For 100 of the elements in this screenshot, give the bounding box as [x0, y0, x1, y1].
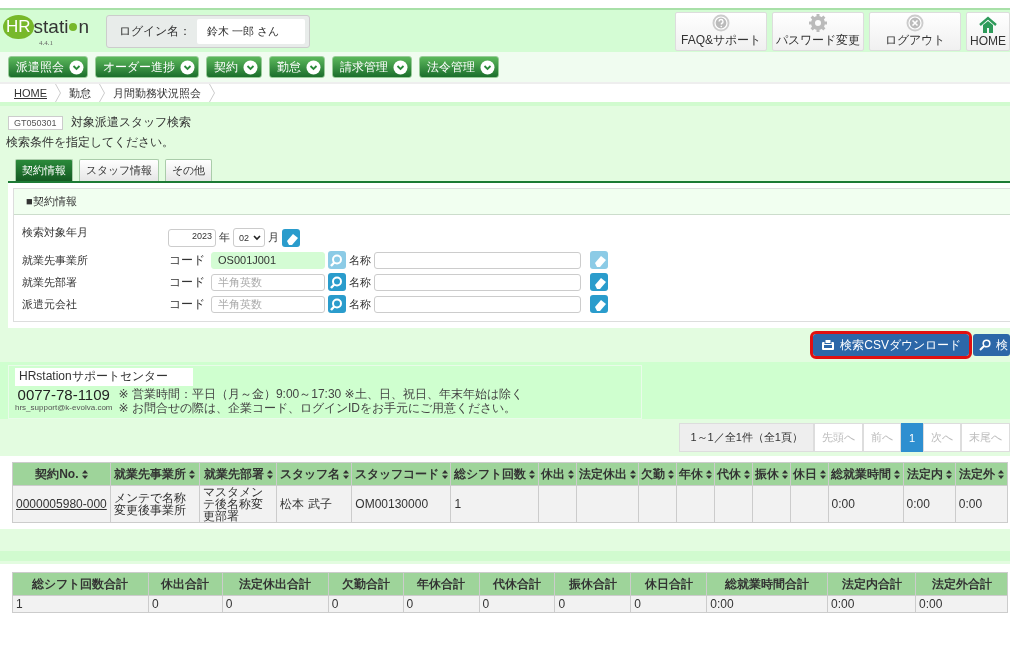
menu-button[interactable]: オーダー進捗 [95, 56, 199, 78]
table-cell: 0:00 [955, 485, 1008, 523]
column-header[interactable]: スタッフコード [351, 462, 451, 486]
search-button[interactable] [328, 295, 346, 313]
year-field[interactable]: 2023 [168, 228, 216, 247]
column-header[interactable]: 法定内 [903, 462, 956, 486]
chevron-down-icon [306, 59, 321, 75]
table-cell: 1 [450, 485, 538, 523]
help-icon [712, 14, 730, 32]
section-title: ■契約情報 [14, 189, 1010, 215]
sort-icon [667, 469, 674, 479]
column-header[interactable]: 休日 [790, 462, 828, 486]
chevron-down-icon [480, 59, 495, 75]
sort-icon [342, 469, 349, 479]
column-header: 振休合計 [554, 572, 631, 596]
menu-button[interactable]: 勤怠 [269, 56, 325, 78]
table-cell: 松本 武子 [276, 485, 352, 523]
table-cell: OM00130000 [351, 485, 451, 523]
column-header[interactable]: 総シフト回数 [450, 462, 538, 486]
table-cell: 0:00 [903, 485, 956, 523]
menu-button[interactable]: 請求管理 [332, 56, 412, 78]
home-button[interactable]: HOME [966, 12, 1010, 51]
close-button[interactable]: ログアウト [869, 12, 961, 51]
chevron-down-icon [243, 59, 258, 75]
column-header[interactable]: 契約No. [12, 462, 111, 486]
sort-icon [528, 469, 535, 479]
csv-download-button[interactable]: 検索CSVダウンロード [813, 334, 969, 356]
column-header: 法定内合計 [827, 572, 916, 596]
chevron-down-icon [180, 59, 195, 75]
search-button[interactable] [328, 251, 346, 269]
menu-button[interactable]: 契約 [206, 56, 262, 78]
breadcrumb-separator-icon [99, 84, 105, 102]
screen-code: GT050301 [8, 115, 63, 130]
field-label: コード [169, 251, 205, 269]
name-field[interactable] [374, 295, 581, 313]
printer-icon [821, 339, 836, 351]
column-header: 年休合計 [403, 572, 479, 596]
sort-icon [945, 469, 952, 479]
column-header[interactable]: 欠勤 [638, 462, 676, 486]
column-header[interactable]: 法定休出 [576, 462, 638, 486]
field-label: コード [169, 273, 205, 291]
sort-icon [743, 469, 750, 479]
field-label: 名称 [349, 274, 371, 290]
tab[interactable]: その他 [165, 159, 212, 181]
column-header: 休日合計 [630, 572, 707, 596]
field-label: 名称 [349, 296, 371, 312]
email-address: hrs_support@k-evolva.com [15, 403, 113, 412]
column-header[interactable]: 法定外 [955, 462, 1008, 486]
column-header: 法定外合計 [915, 572, 1008, 596]
sort-icon [441, 469, 448, 479]
chevron-down-icon [69, 59, 84, 75]
column-header: 総シフト回数合計 [12, 572, 149, 596]
eraser-button[interactable] [590, 295, 608, 313]
eraser-button[interactable] [590, 251, 608, 269]
instruction-text: 検索条件を指定してください。 [6, 134, 175, 151]
column-header[interactable]: 総就業時間 [828, 462, 904, 486]
breadcrumb-separator-icon [55, 84, 61, 102]
month-select[interactable]: 02 [233, 228, 265, 247]
tab[interactable]: スタッフ情報 [79, 159, 159, 181]
column-header: 欠勤合計 [328, 572, 404, 596]
tab[interactable]: 契約情報 [15, 159, 73, 181]
support-title: HRstationサポートセンター [15, 368, 193, 386]
breadcrumb-item: 勤怠 [69, 85, 91, 101]
column-header: 代休合計 [479, 572, 555, 596]
search-button[interactable] [328, 273, 346, 291]
unit-label: 年 [219, 230, 230, 245]
code-field[interactable]: 半角英数 [211, 295, 325, 313]
gear-button[interactable]: パスワード変更 [772, 12, 864, 51]
column-header[interactable]: 代休 [714, 462, 752, 486]
eraser-button[interactable] [590, 273, 608, 291]
name-field[interactable] [374, 273, 581, 291]
column-header[interactable]: 休出 [538, 462, 576, 486]
sort-icon [629, 469, 636, 479]
breadcrumb-separator-icon [209, 84, 215, 102]
page-button[interactable]: 1 [900, 423, 923, 452]
column-header[interactable]: 年休 [676, 462, 714, 486]
column-header[interactable]: 就業先事業所 [110, 462, 200, 486]
table-cell: マスタメンテ後名称変更部署 [199, 485, 277, 523]
home-icon [979, 15, 997, 34]
column-header[interactable]: 就業先部署 [199, 462, 277, 486]
column-header[interactable]: スタッフ名 [276, 462, 352, 486]
menu-button[interactable]: 派遣照会 [8, 56, 88, 78]
sort-icon [781, 469, 788, 479]
help-button[interactable]: FAQ&サポート [675, 12, 767, 51]
eraser-button[interactable] [282, 228, 300, 247]
sort-icon [266, 469, 273, 479]
close-icon [906, 14, 924, 32]
menu-button[interactable]: 法令管理 [419, 56, 499, 78]
unit-label: 月 [268, 230, 279, 245]
code-field[interactable]: 半角英数 [211, 273, 325, 291]
code-field[interactable]: OS001J001 [211, 251, 325, 269]
column-header[interactable]: 振休 [752, 462, 790, 486]
search-button[interactable]: 検 [973, 334, 1010, 356]
breadcrumb-item: 月間勤務状況照会 [113, 85, 201, 101]
field-label: 就業先事業所 [22, 253, 89, 268]
sort-icon [81, 469, 88, 479]
name-field[interactable] [374, 251, 581, 269]
chevron-down-icon [393, 59, 408, 75]
breadcrumb-link[interactable]: HOME [14, 87, 47, 99]
logo: HR stati n [3, 15, 89, 39]
